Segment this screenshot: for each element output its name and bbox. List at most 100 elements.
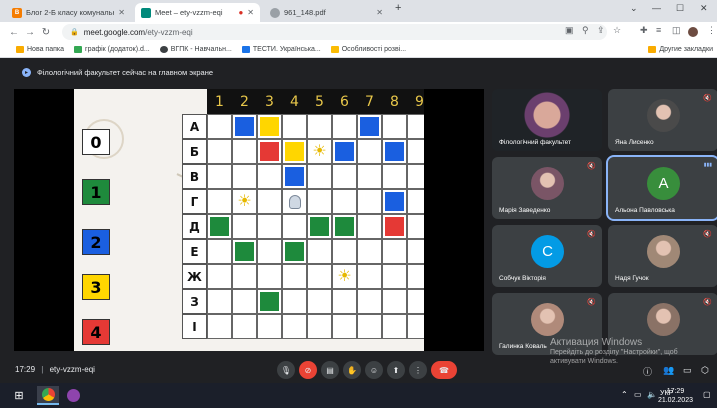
emoji-icon: ☺	[369, 365, 379, 375]
grid-cell	[332, 239, 357, 264]
bookmark-item[interactable]: ВГПК - Навчальн...	[159, 46, 232, 53]
tab-strip: B Блог 2-Б класу комунального з ✕ Meet –…	[0, 0, 717, 22]
column-header: 7	[357, 89, 382, 114]
close-icon[interactable]: ✕	[247, 8, 254, 17]
red-square	[260, 142, 279, 161]
grid-cell	[332, 164, 357, 189]
zoom-icon[interactable]: ⚲	[582, 25, 589, 36]
menu-icon[interactable]: ⋮	[707, 25, 716, 36]
raise-hand-button[interactable]: ✋	[343, 361, 361, 379]
tab-title: 961_148.pdf	[284, 8, 326, 17]
people-icon[interactable]: 👥	[663, 365, 674, 376]
grid-cell	[382, 264, 407, 289]
star-icon[interactable]: ☆	[613, 25, 621, 36]
app-taskbar-button[interactable]	[62, 386, 84, 405]
grid-cell	[307, 189, 332, 214]
participant-tile[interactable]: Марія Заведенко 🔇	[492, 157, 602, 219]
network-icon[interactable]: ▭	[634, 390, 642, 399]
mic-button[interactable]: 🎙	[277, 361, 295, 379]
tab-pdf[interactable]: 961_148.pdf ✕	[264, 3, 389, 22]
notifications-icon[interactable]: ▢	[703, 390, 711, 399]
presentation-icon: ▸	[22, 68, 31, 77]
url-path: /ety-vzzm-eqi	[145, 27, 193, 37]
grid-cell: ☀	[232, 189, 257, 214]
bookmark-item[interactable]: ТЕСТИ. Українська...	[241, 46, 321, 53]
grid-cell	[357, 189, 382, 214]
camera-button[interactable]: ⊘	[299, 361, 317, 379]
activation-title: Активация Windows	[550, 337, 643, 348]
mic-muted-icon: 🔇	[587, 299, 596, 306]
green-square	[285, 242, 304, 261]
lock-icon: 🔒	[70, 29, 79, 36]
maximize-icon[interactable]: ☐	[676, 3, 684, 14]
participant-tile[interactable]: Надя Гучок 🔇	[608, 225, 717, 287]
info-icon[interactable]: ⓘ	[643, 365, 652, 378]
participant-tile[interactable]: Філологічний факультет	[492, 89, 602, 151]
tab-meet[interactable]: Meet – ety-vzzm-eqi ● ✕	[135, 3, 260, 22]
legend-item: 4	[82, 319, 110, 345]
close-window-icon[interactable]: ✕	[700, 3, 708, 14]
bookmark-item[interactable]: графік (додаток).d...	[74, 46, 150, 53]
green-square	[235, 242, 254, 261]
tray-chevron-icon[interactable]: ⌃	[621, 390, 628, 399]
tab-blog[interactable]: B Блог 2-Б класу комунального з ✕	[6, 3, 131, 22]
drive-icon	[74, 46, 83, 53]
chat-icon[interactable]: ▭	[683, 365, 692, 376]
grid-cell	[232, 314, 257, 339]
minimize-icon[interactable]: —	[652, 3, 661, 13]
legend-item: 0	[82, 129, 110, 155]
bookmark-item[interactable]: Нова папка	[16, 46, 64, 53]
close-icon[interactable]: ✕	[118, 8, 125, 17]
grid-cell	[257, 239, 282, 264]
url-host: meet.google.com	[83, 27, 146, 37]
volume-icon[interactable]: 🔈	[647, 390, 657, 399]
camera-icon[interactable]: ▣	[565, 25, 574, 36]
grid-cell	[382, 189, 407, 214]
mic-muted-icon: 🔇	[703, 95, 712, 102]
grid-cell	[257, 289, 282, 314]
back-icon[interactable]: ←	[6, 27, 22, 38]
separator: |	[41, 365, 44, 374]
meeting-code: ety-vzzm-eqi	[49, 365, 95, 374]
new-tab-button[interactable]: +	[395, 2, 401, 14]
reading-list-icon[interactable]: ≡	[656, 25, 661, 35]
address-bar[interactable]: 🔒 meet.google.com/ety-vzzm-eqi	[62, 24, 607, 40]
other-bookmarks[interactable]: Другие закладки	[648, 46, 713, 53]
participant-tile[interactable]: C Собчук Вікторія 🔇	[492, 225, 602, 287]
present-button[interactable]: ⬆	[387, 361, 405, 379]
grid-cell	[207, 139, 232, 164]
presentation-stage: 01234 1 2 3 4 5 6 7 8 9 А Б ☀ В Г ☀ Д Е Ж ☀ З І	[14, 89, 484, 351]
grid-cell	[382, 164, 407, 189]
folder-icon	[648, 46, 657, 53]
bookmark-item[interactable]: Особливості розві...	[330, 46, 406, 53]
grid-cell	[382, 239, 407, 264]
participant-tile[interactable]: Яна Лисенко 🔇	[608, 89, 717, 151]
astronaut-icon	[288, 194, 301, 209]
row-label: Ж	[182, 264, 207, 289]
more-options-button[interactable]: ⋮	[409, 361, 427, 379]
tab-search-icon[interactable]: ⌄	[630, 3, 638, 14]
forward-icon[interactable]: →	[22, 27, 38, 38]
taskbar-clock[interactable]: 17:29 21.02.2023	[658, 387, 693, 405]
participant-tile[interactable]: A Альона Павловська ▮▮▮	[606, 155, 717, 221]
captions-button[interactable]: ▤	[321, 361, 339, 379]
profile-icon[interactable]	[688, 27, 698, 37]
recording-dot-icon: ●	[238, 8, 244, 17]
leave-call-button[interactable]: ☎	[431, 361, 457, 379]
extensions-icon[interactable]: ✚	[640, 25, 648, 36]
row-label: І	[182, 314, 207, 339]
yellow-square	[260, 117, 279, 136]
column-header: 5	[307, 89, 332, 114]
chrome-taskbar-button[interactable]	[37, 386, 59, 405]
grid-cell	[307, 164, 332, 189]
activities-icon[interactable]: ⬡	[701, 365, 709, 376]
share-icon[interactable]: ⇪	[597, 25, 605, 36]
start-button[interactable]: ⊞	[8, 386, 30, 405]
blue-square	[385, 192, 404, 211]
close-icon[interactable]: ✕	[376, 8, 383, 17]
reload-icon[interactable]: ↻	[38, 27, 54, 38]
split-view-icon[interactable]: ◫	[672, 25, 681, 36]
emoji-button[interactable]: ☺	[365, 361, 383, 379]
column-header: 2	[232, 89, 257, 114]
mic-muted-icon: 🔇	[703, 231, 712, 238]
